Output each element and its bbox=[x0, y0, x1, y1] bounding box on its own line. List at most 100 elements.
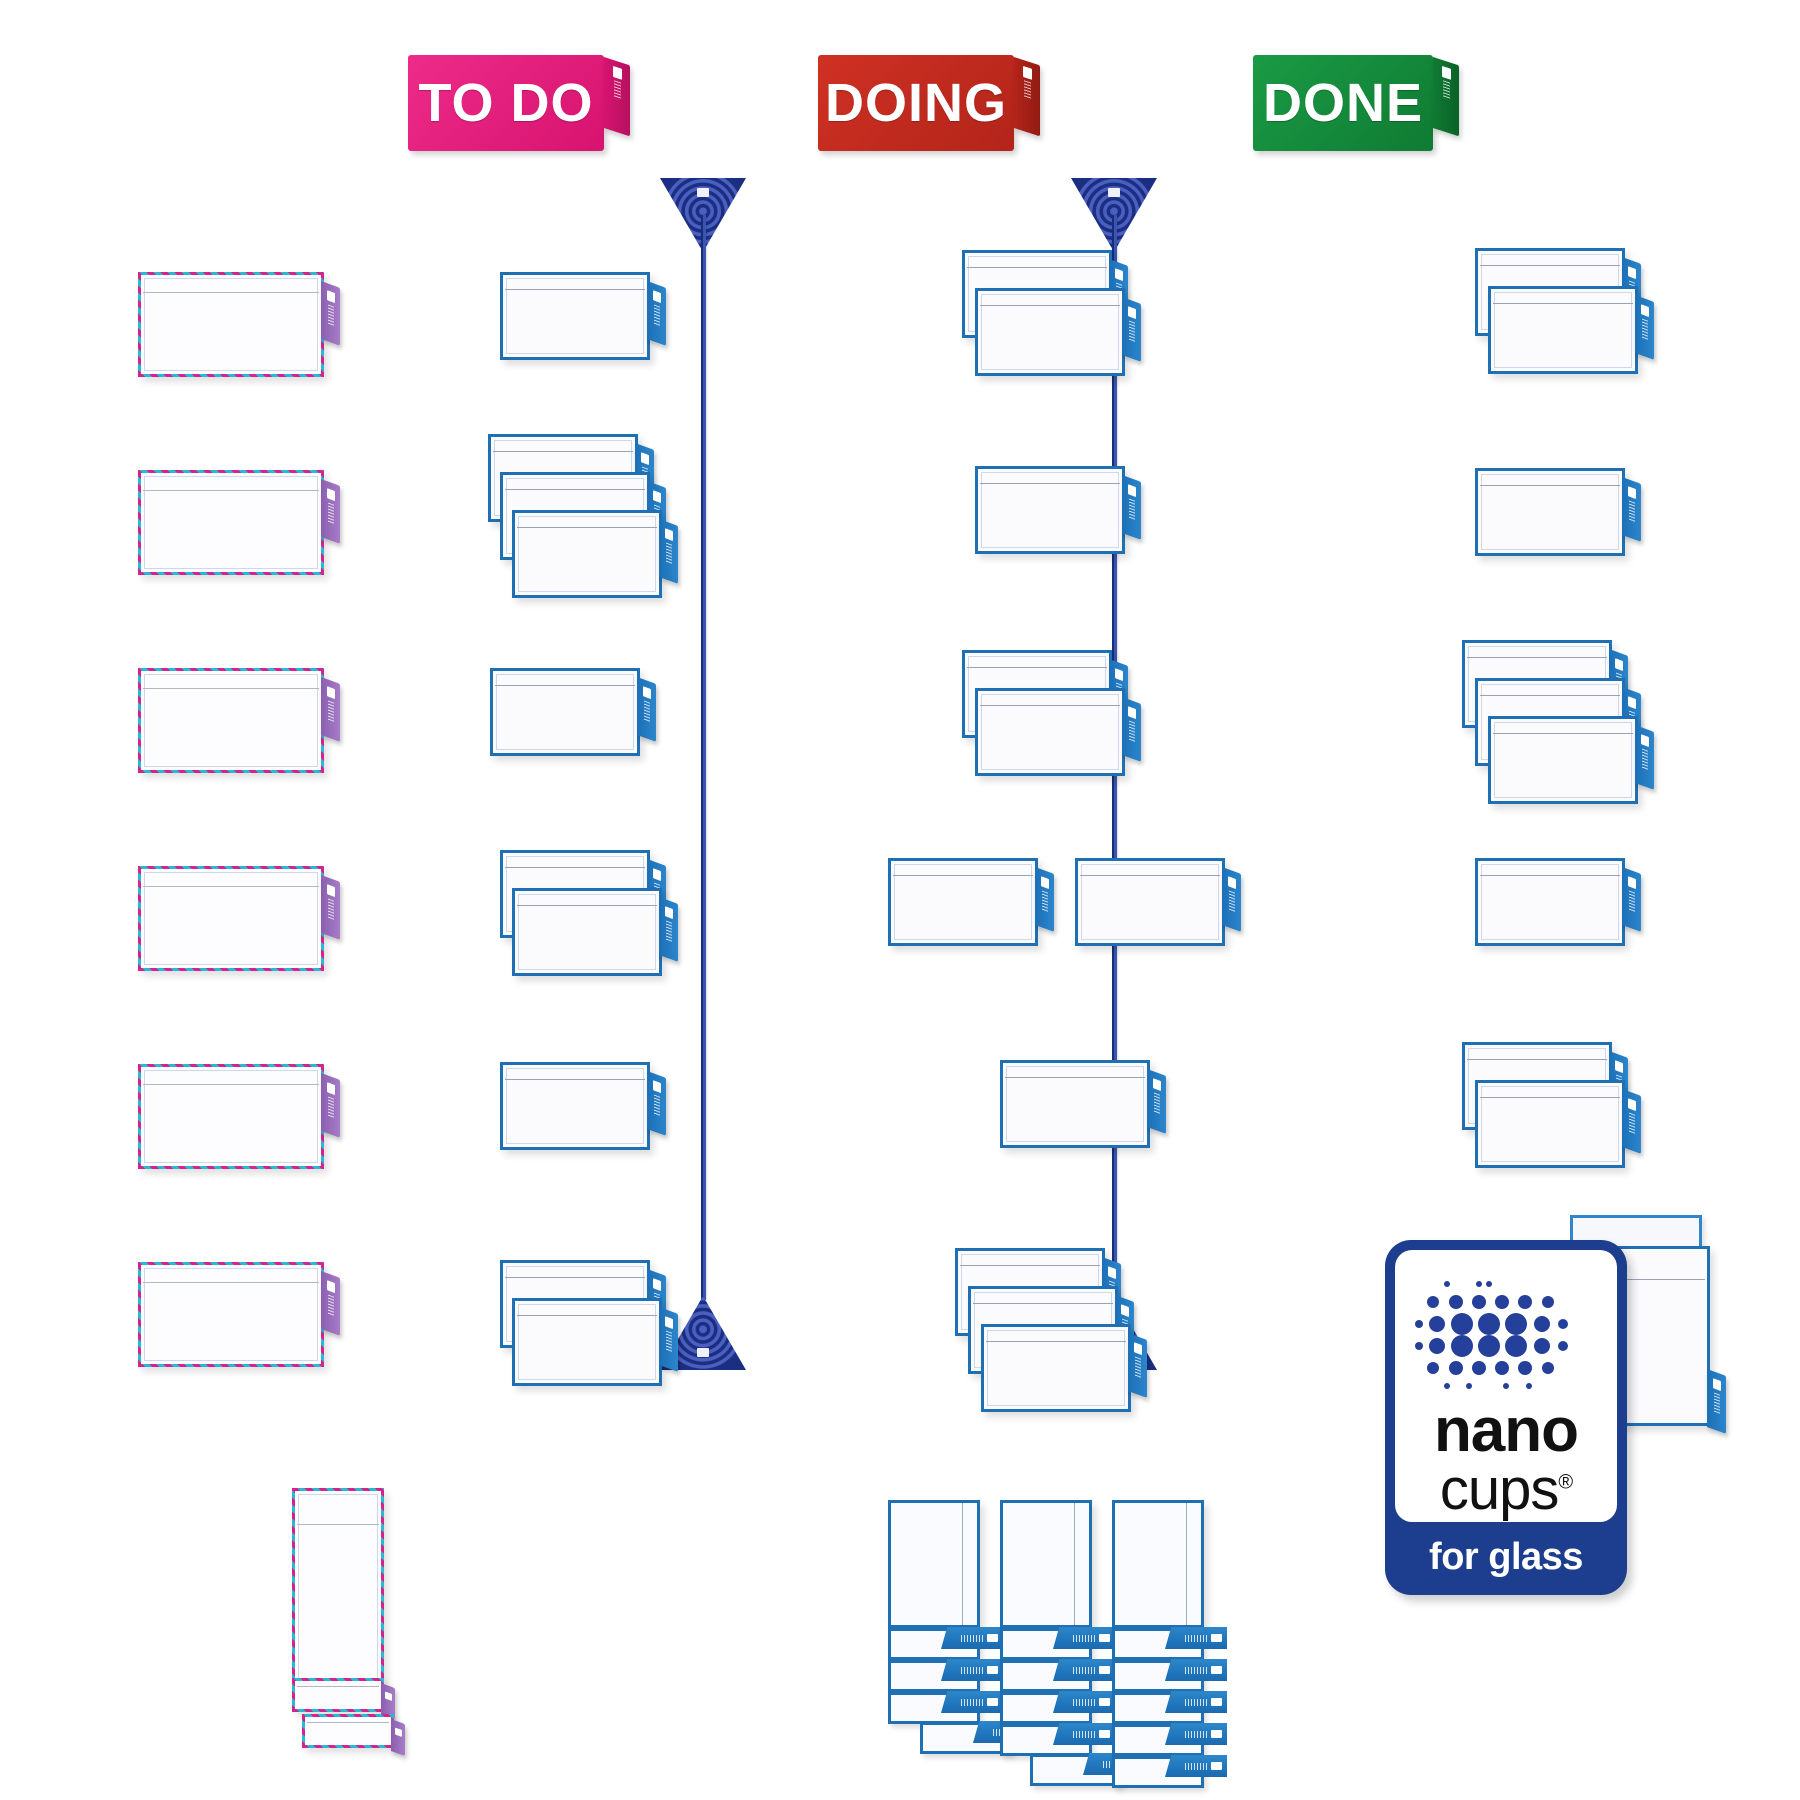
column-banner-todo-label: TO DO bbox=[418, 73, 594, 133]
card-pocket[interactable] bbox=[981, 1324, 1147, 1412]
chip-bars-icon bbox=[327, 1096, 334, 1119]
card-pocket[interactable] bbox=[138, 1262, 340, 1367]
label-strip[interactable] bbox=[1112, 1627, 1227, 1660]
card-pocket[interactable] bbox=[138, 470, 340, 575]
pocket-tab[interactable] bbox=[1122, 475, 1141, 540]
strip-tab[interactable] bbox=[941, 1691, 1003, 1713]
pocket-tab[interactable] bbox=[391, 1719, 405, 1757]
strip-tab[interactable] bbox=[1053, 1691, 1115, 1713]
nano-cup-chip-icon bbox=[652, 1080, 661, 1093]
card-pocket[interactable] bbox=[138, 272, 340, 377]
label-strip[interactable] bbox=[1112, 1659, 1227, 1692]
card-pocket[interactable] bbox=[1488, 286, 1654, 374]
card-pocket[interactable] bbox=[1488, 716, 1654, 804]
pocket-tab[interactable] bbox=[659, 519, 678, 584]
label-strip[interactable] bbox=[1000, 1627, 1115, 1660]
card-pocket[interactable] bbox=[888, 858, 1054, 946]
strip-holder[interactable] bbox=[1000, 1500, 1092, 1628]
brand-logo: nano cups® for glass bbox=[1385, 1240, 1627, 1595]
card-pocket[interactable] bbox=[138, 668, 340, 773]
nano-cup-chip-icon bbox=[1114, 668, 1123, 681]
card-strip[interactable] bbox=[302, 1714, 405, 1757]
nano-cup-chip-icon bbox=[1640, 304, 1649, 317]
pocket-tab[interactable] bbox=[647, 1071, 666, 1136]
pocket-tab[interactable] bbox=[1035, 867, 1054, 932]
card-pocket[interactable] bbox=[1475, 468, 1641, 556]
pocket-tab[interactable] bbox=[1122, 697, 1141, 762]
label-strip[interactable] bbox=[1000, 1659, 1115, 1692]
card-pocket[interactable] bbox=[975, 688, 1141, 776]
strip-tab[interactable] bbox=[1165, 1755, 1227, 1777]
pocket-tab[interactable] bbox=[1635, 295, 1654, 360]
column-banner-todo[interactable]: TO DO bbox=[408, 55, 630, 151]
column-banner-doing[interactable]: DOING bbox=[818, 55, 1040, 151]
label-strip[interactable] bbox=[888, 1659, 1003, 1692]
pocket-tab[interactable] bbox=[321, 281, 340, 346]
pocket-tab[interactable] bbox=[1707, 1369, 1726, 1434]
label-strip[interactable] bbox=[888, 1691, 1003, 1724]
pocket-tab[interactable] bbox=[1622, 1089, 1641, 1154]
card-pocket[interactable] bbox=[500, 1062, 666, 1150]
chip-bars-icon bbox=[665, 542, 672, 565]
card-pocket[interactable] bbox=[138, 1064, 340, 1169]
pocket-tab[interactable] bbox=[1147, 1069, 1166, 1134]
pocket-tab[interactable] bbox=[321, 875, 340, 940]
card-pocket[interactable] bbox=[975, 288, 1141, 376]
card-pocket[interactable] bbox=[512, 888, 678, 976]
label-strip[interactable] bbox=[920, 1721, 1035, 1754]
nano-cup-chip-icon bbox=[1127, 306, 1136, 319]
pocket-tab[interactable] bbox=[659, 1307, 678, 1372]
pocket-tab[interactable] bbox=[321, 677, 340, 742]
card-pocket[interactable] bbox=[138, 866, 340, 971]
strip-tab[interactable] bbox=[941, 1627, 1003, 1649]
banner-fold-tab-done bbox=[1433, 57, 1459, 137]
nano-cup-chip-icon bbox=[1022, 65, 1032, 80]
strip-tab[interactable] bbox=[1053, 1659, 1115, 1681]
card-pocket[interactable] bbox=[1000, 1060, 1166, 1148]
label-strip[interactable] bbox=[1112, 1755, 1227, 1788]
pocket-tab[interactable] bbox=[647, 281, 666, 346]
column-banner-done[interactable]: DONE bbox=[1253, 55, 1459, 151]
label-strip[interactable] bbox=[1000, 1723, 1115, 1756]
label-strip[interactable] bbox=[1000, 1691, 1115, 1724]
pocket-tab[interactable] bbox=[659, 897, 678, 962]
card-pocket[interactable] bbox=[1475, 1080, 1641, 1168]
strip-tab[interactable] bbox=[1053, 1627, 1115, 1649]
strip-tab[interactable] bbox=[1053, 1723, 1115, 1745]
strip-tab[interactable] bbox=[1165, 1659, 1227, 1681]
pocket-tab[interactable] bbox=[321, 1271, 340, 1336]
card-pocket[interactable] bbox=[1075, 858, 1241, 946]
pocket-inner-frame bbox=[144, 872, 318, 965]
label-strip[interactable] bbox=[888, 1627, 1003, 1660]
pocket-tab[interactable] bbox=[321, 479, 340, 544]
chip-bars-icon bbox=[1073, 1730, 1095, 1738]
label-strip[interactable] bbox=[1112, 1723, 1227, 1756]
banner-fold-tab-doing bbox=[1014, 57, 1040, 137]
strip-holder[interactable] bbox=[888, 1500, 980, 1628]
card-pocket[interactable] bbox=[490, 668, 656, 756]
strip-tab[interactable] bbox=[1165, 1691, 1227, 1713]
strip-tab[interactable] bbox=[941, 1659, 1003, 1681]
pocket-tab[interactable] bbox=[1128, 1333, 1147, 1398]
pocket-tab[interactable] bbox=[1622, 867, 1641, 932]
pocket-tab[interactable] bbox=[1635, 725, 1654, 790]
card-pocket[interactable] bbox=[500, 272, 666, 360]
strip-tab[interactable] bbox=[1165, 1627, 1227, 1649]
card-strip[interactable] bbox=[292, 1678, 395, 1721]
nano-cup-chip-icon bbox=[987, 1666, 998, 1674]
label-strip[interactable] bbox=[1030, 1753, 1145, 1786]
card-pocket[interactable] bbox=[512, 510, 678, 598]
pocket-tab[interactable] bbox=[1622, 477, 1641, 542]
label-strip[interactable] bbox=[1112, 1691, 1227, 1724]
pocket-tab[interactable] bbox=[1122, 297, 1141, 362]
strip-tab[interactable] bbox=[1165, 1723, 1227, 1745]
pocket-tab[interactable] bbox=[637, 677, 656, 742]
strip-holder[interactable] bbox=[1112, 1500, 1204, 1628]
holder-spine bbox=[962, 1503, 964, 1625]
card-pocket[interactable] bbox=[975, 466, 1141, 554]
card-pocket[interactable] bbox=[1475, 858, 1641, 946]
pocket-tab[interactable] bbox=[321, 1073, 340, 1138]
card-pocket[interactable] bbox=[512, 1298, 678, 1386]
pocket-tab[interactable] bbox=[1222, 867, 1241, 932]
card-pocket-portrait[interactable] bbox=[292, 1488, 384, 1688]
